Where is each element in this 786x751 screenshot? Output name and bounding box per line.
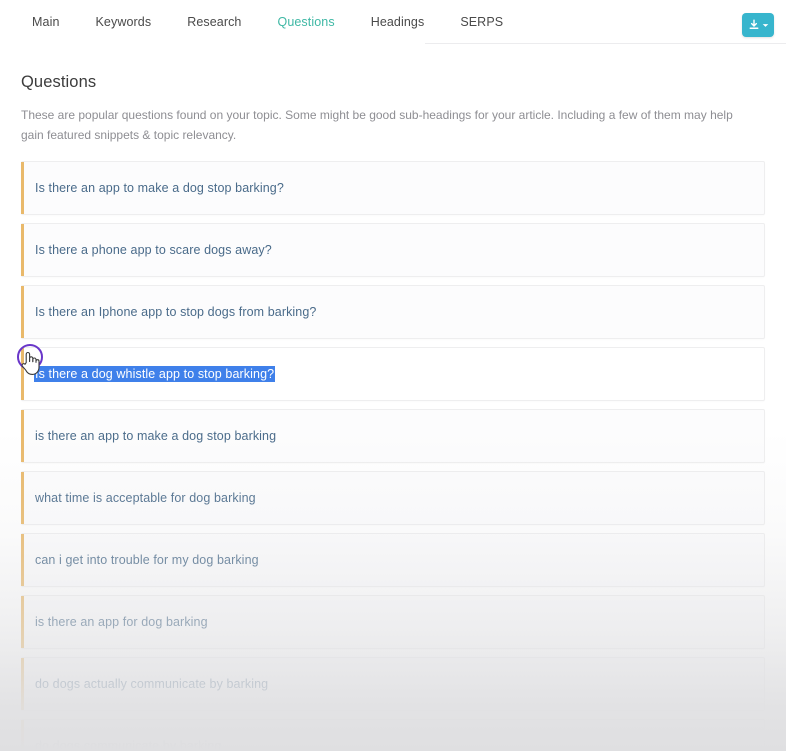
tab-research[interactable]: Research	[169, 13, 259, 31]
download-button[interactable]	[742, 13, 774, 37]
tab-keywords[interactable]: Keywords	[78, 13, 170, 31]
tab-headings[interactable]: Headings	[353, 13, 443, 31]
question-accent-bar	[21, 348, 24, 400]
question-link[interactable]: do dogs communicate by barking	[35, 739, 221, 751]
download-icon	[748, 19, 760, 31]
question-accent-bar	[21, 658, 24, 710]
question-accent-bar	[21, 472, 24, 524]
question-accent-bar	[21, 596, 24, 648]
question-link[interactable]: what time is acceptable for dog barking	[35, 491, 256, 505]
question-list: Is there an app to make a dog stop barki…	[21, 161, 765, 751]
question-card[interactable]: Is there a phone app to scare dogs away?	[21, 223, 765, 277]
question-card[interactable]: is there an app to make a dog stop barki…	[21, 409, 765, 463]
question-link[interactable]: Is there a phone app to scare dogs away?	[35, 243, 272, 257]
question-accent-bar	[21, 162, 24, 214]
main-content: Questions These are popular questions fo…	[0, 44, 786, 751]
question-card[interactable]: can i get into trouble for my dog barkin…	[21, 533, 765, 587]
question-accent-bar	[21, 720, 24, 751]
question-link[interactable]: Is there an Iphone app to stop dogs from…	[35, 305, 316, 319]
tab-questions[interactable]: Questions	[260, 13, 353, 31]
question-link[interactable]: Is there an app to make a dog stop barki…	[35, 181, 284, 195]
question-card[interactable]: Is there a dog whistle app to stop barki…	[21, 347, 765, 401]
tab-bar: Main Keywords Research Questions Headings SER…	[22, 13, 521, 31]
app-page: Main Keywords Research Questions Headings SER…	[0, 0, 786, 751]
question-card[interactable]: do dogs actually communicate by barking	[21, 657, 765, 711]
question-card[interactable]: do dogs communicate by barking	[21, 719, 765, 751]
question-accent-bar	[21, 410, 24, 462]
question-link[interactable]: Is there a dog whistle app to stop barki…	[35, 367, 275, 381]
question-accent-bar	[21, 286, 24, 338]
question-link[interactable]: is there an app to make a dog stop barki…	[35, 429, 276, 443]
page-title: Questions	[21, 73, 97, 91]
top-navigation-bar: Main Keywords Research Questions Headings SER…	[0, 0, 786, 44]
question-accent-bar	[21, 534, 24, 586]
question-accent-bar	[21, 224, 24, 276]
question-card[interactable]: Is there an Iphone app to stop dogs from…	[21, 285, 765, 339]
question-card[interactable]: is there an app for dog barking	[21, 595, 765, 649]
tab-serps[interactable]: SERPS	[442, 13, 521, 31]
question-link[interactable]: is there an app for dog barking	[35, 615, 208, 629]
page-description: These are popular questions found on you…	[21, 108, 733, 142]
question-link[interactable]: can i get into trouble for my dog barkin…	[35, 553, 259, 567]
question-card[interactable]: Is there an app to make a dog stop barki…	[21, 161, 765, 215]
question-card[interactable]: what time is acceptable for dog barking	[21, 471, 765, 525]
chevron-down-icon	[762, 22, 769, 29]
question-link[interactable]: do dogs actually communicate by barking	[35, 677, 268, 691]
tab-main[interactable]: Main	[22, 13, 78, 31]
